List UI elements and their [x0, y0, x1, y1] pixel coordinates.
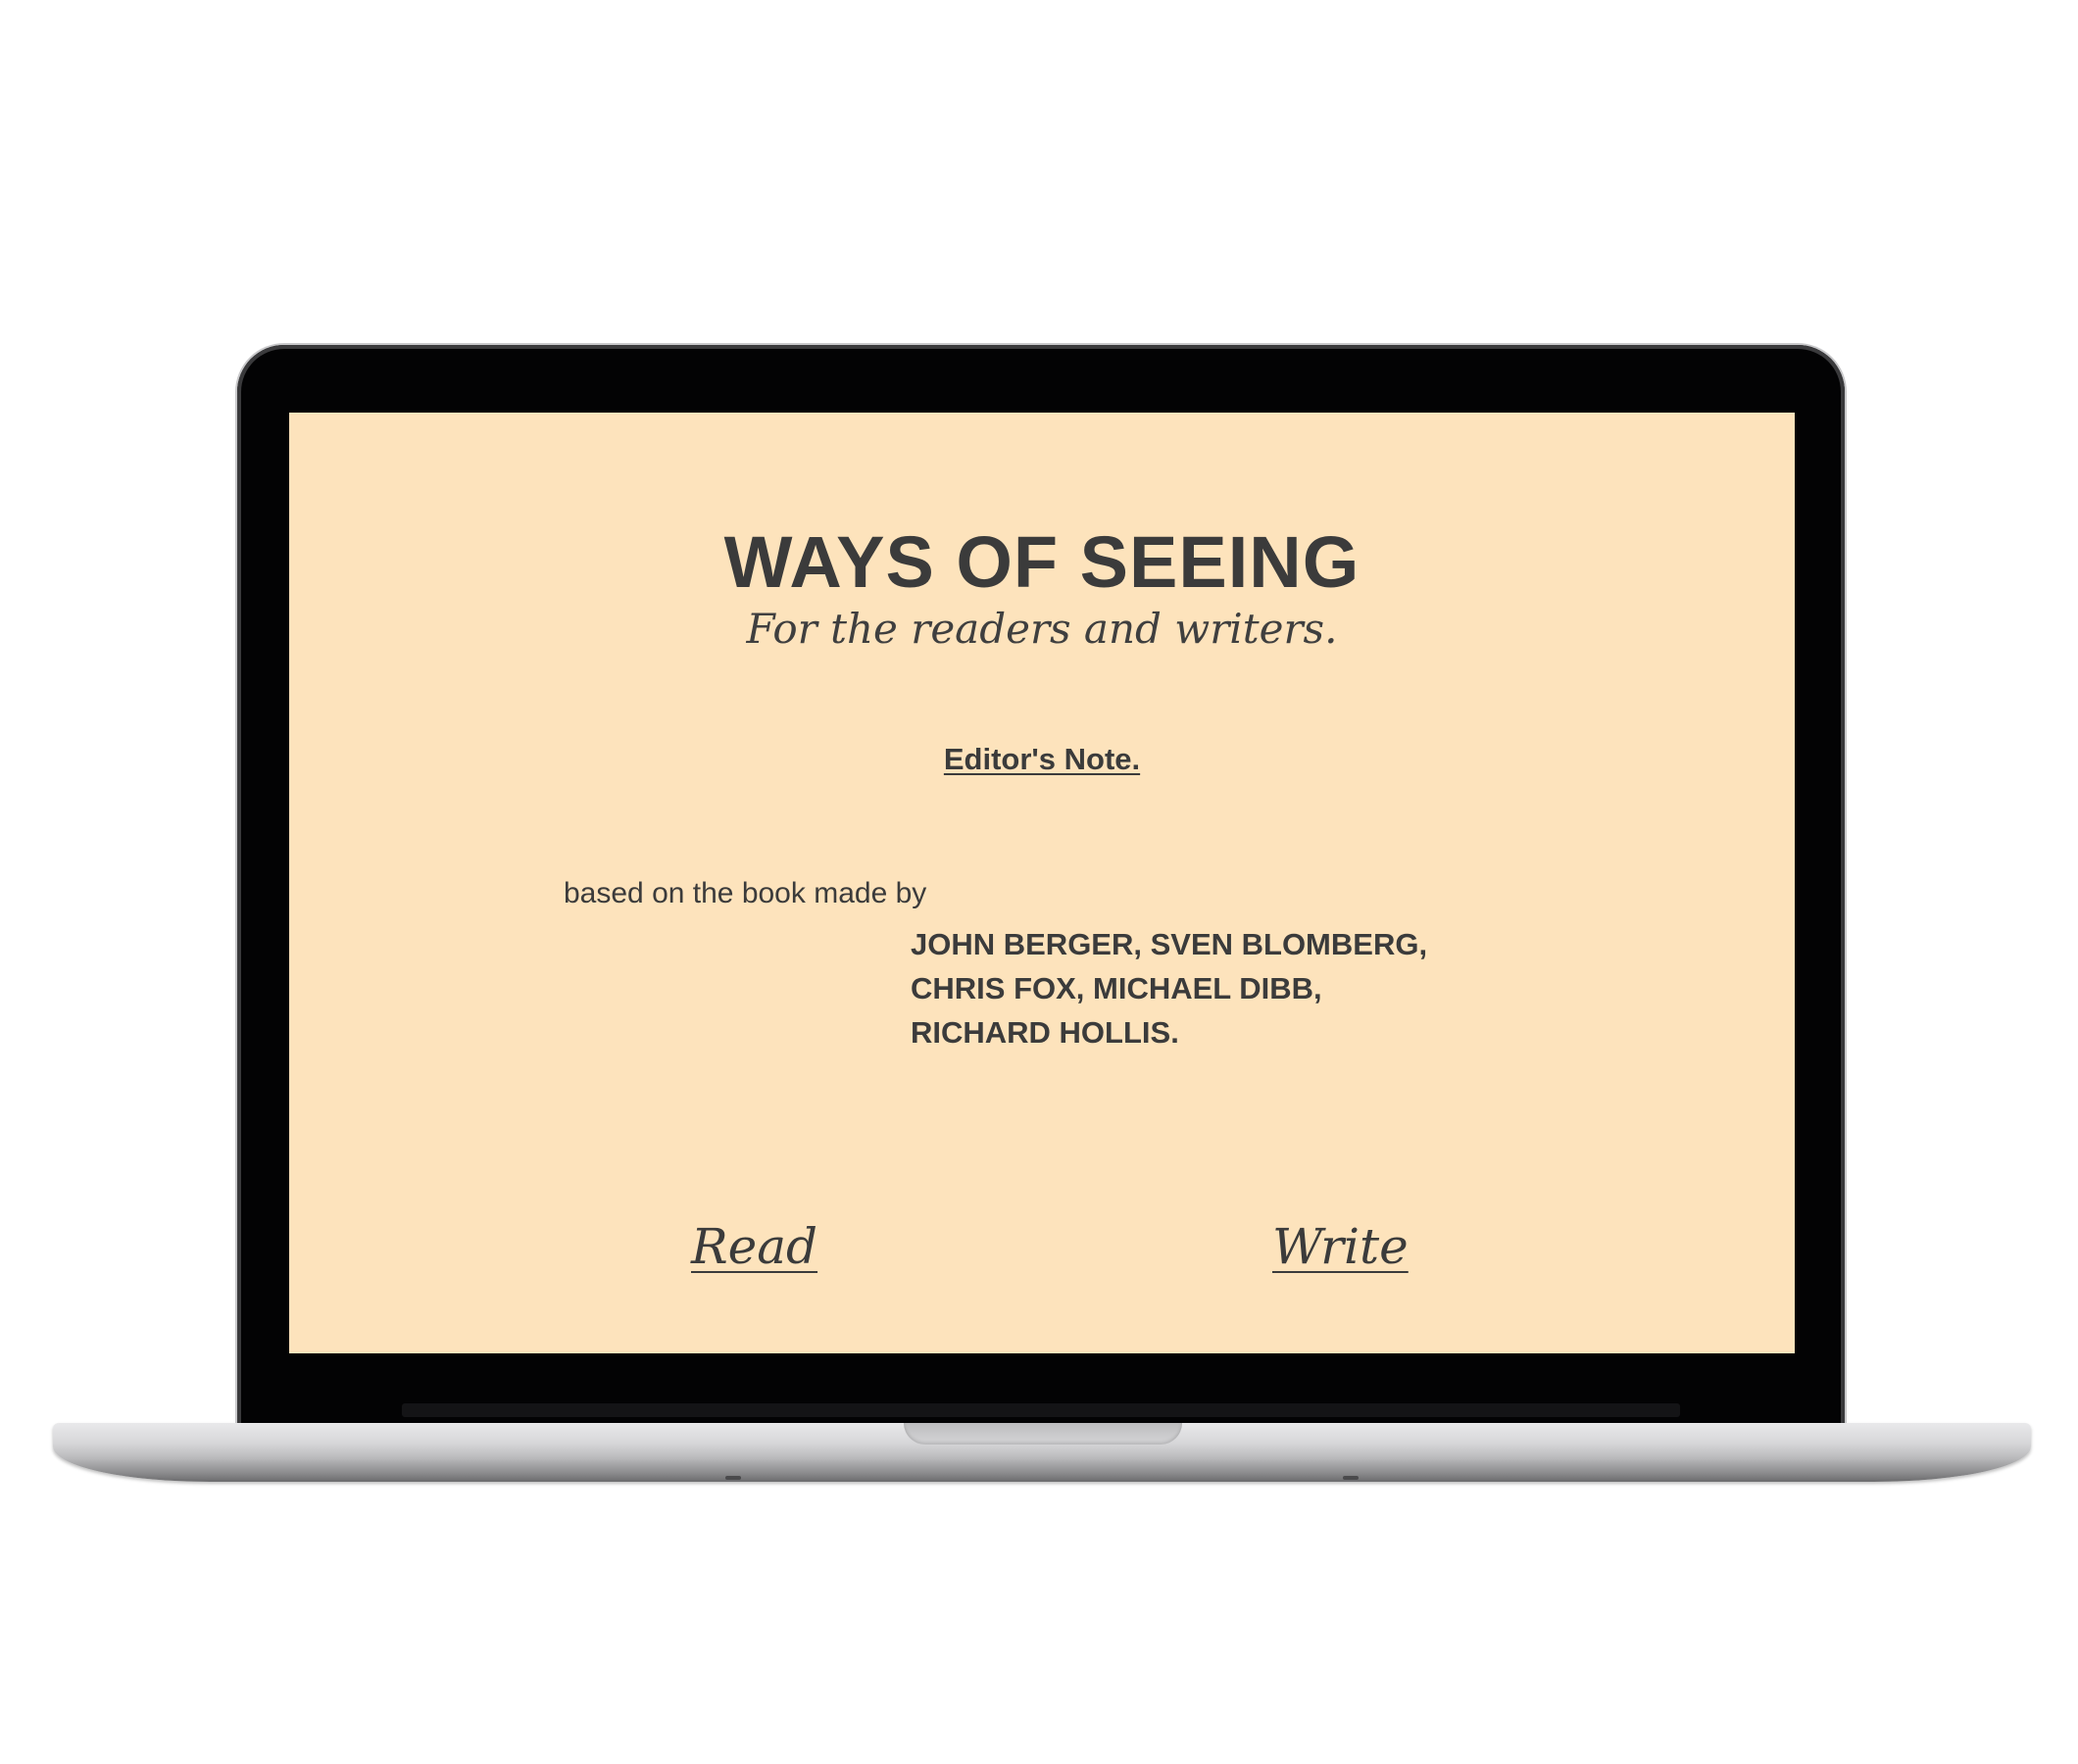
read-link[interactable]: Read: [691, 1218, 817, 1275]
editors-note: Editor's Note.: [289, 742, 1795, 777]
laptop-hinge: [402, 1403, 1680, 1417]
write-link[interactable]: Write: [1272, 1218, 1409, 1275]
editors-note-link[interactable]: Editor's Note.: [944, 742, 1140, 776]
authors-line: RICHARD HOLLIS.: [911, 1015, 1179, 1050]
laptop-foot: [1343, 1476, 1359, 1480]
laptop-foot: [725, 1476, 741, 1480]
laptop-mockup: WAYS OF SEEING For the readers and write…: [0, 0, 2078, 1764]
page-tagline: For the readers and writers.: [746, 605, 1338, 653]
based-on-text: based on the book made by: [564, 877, 927, 909]
laptop-screen: WAYS OF SEEING For the readers and write…: [289, 413, 1795, 1353]
authors-line: CHRIS FOX, MICHAEL DIBB,: [911, 971, 1322, 1005]
authors-list: JOHN BERGER, SVEN BLOMBERG, CHRIS FOX, M…: [911, 922, 1427, 1054]
laptop-base-notch: [904, 1423, 1182, 1445]
page-title: WAYS OF SEEING: [723, 521, 1361, 603]
authors-line: JOHN BERGER, SVEN BLOMBERG,: [911, 927, 1428, 961]
